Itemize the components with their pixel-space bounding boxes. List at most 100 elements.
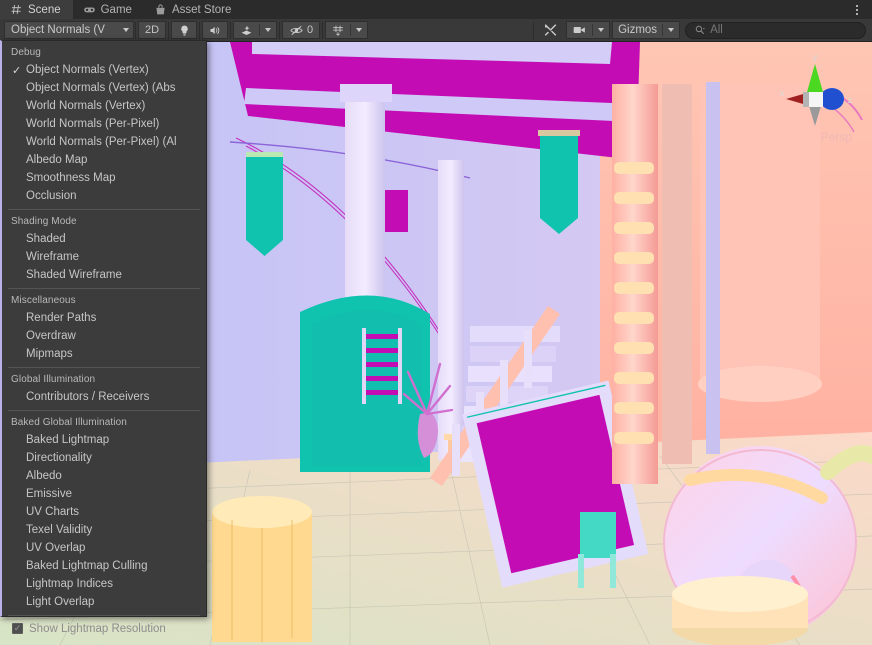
menu-item-label: Object Normals (Vertex) (26, 64, 149, 76)
menu-item-uv-overlap[interactable]: UV Overlap (2, 539, 206, 557)
menu-item-albedo[interactable]: Albedo (2, 467, 206, 485)
menu-divider (8, 209, 200, 210)
menu-item-label: World Normals (Per-Pixel) (Al (26, 136, 177, 148)
menu-item-label: UV Charts (26, 506, 80, 518)
menu-section-header: Debug (11, 47, 41, 58)
menu-section-header: Global Illumination (11, 374, 96, 385)
search-placeholder: All (710, 24, 723, 36)
menu-item-light-overlap[interactable]: Light Overlap (2, 593, 206, 611)
gizmo-y-label: y (813, 52, 818, 62)
menu-item-uv-charts[interactable]: UV Charts (2, 503, 206, 521)
toolbar-divider (322, 21, 324, 39)
menu-divider (8, 288, 200, 289)
shopping-bag-icon (156, 4, 165, 15)
menu-item-baked-lightmap[interactable]: Baked Lightmap (2, 431, 206, 449)
menu-section-header: Baked Global Illumination (11, 417, 127, 428)
gizmo-projection-label[interactable]: Persp (821, 130, 852, 144)
menu-item-show-lightmap-resolution[interactable]: ✓ Show Lightmap Resolution (2, 619, 206, 638)
more-options-icon[interactable] (848, 0, 866, 19)
menu-item-object-normals-vertex-abs[interactable]: Object Normals (Vertex) (Abs (2, 79, 206, 97)
menu-item-smoothness-map[interactable]: Smoothness Map (2, 169, 206, 187)
2d-toggle-button[interactable]: 2D (138, 21, 166, 39)
gizmos-dropdown[interactable] (663, 22, 679, 38)
menu-item-label: World Normals (Vertex) (26, 100, 146, 112)
menu-item-mipmaps[interactable]: Mipmaps (2, 345, 206, 363)
chevron-down-icon (356, 28, 363, 32)
scene-toolbar: Object Normals (V 2D 0 Gizmos All (0, 19, 872, 42)
tab-scene-label: Scene (28, 3, 61, 16)
menu-item-label: Mipmaps (26, 348, 73, 360)
toolbar-divider (199, 21, 200, 39)
menu-item-directionality[interactable]: Directionality (2, 449, 206, 467)
tab-game-label: Game (100, 3, 132, 16)
search-input[interactable]: All (685, 21, 867, 39)
menu-item-render-paths[interactable]: Render Paths (2, 309, 206, 327)
grid-visibility-toggle[interactable] (326, 22, 350, 38)
scene-tools-button[interactable] (536, 21, 564, 39)
menu-item-shaded[interactable]: Shaded (2, 230, 206, 248)
menu-item-label: Object Normals (Vertex) (Abs (26, 82, 176, 94)
tab-asset-store-label: Asset Store (171, 3, 232, 16)
2d-toggle-label: 2D (144, 24, 160, 36)
toolbar-divider (168, 21, 169, 39)
checkbox-icon[interactable]: ✓ (12, 623, 23, 634)
gizmo-z-label: z (848, 95, 853, 105)
menu-item-texel-validity[interactable]: Texel Validity (2, 521, 206, 539)
scene-lighting-toggle[interactable] (171, 21, 197, 39)
menu-item-wireframe[interactable]: Wireframe (2, 248, 206, 266)
tab-asset-store[interactable]: Asset Store (144, 0, 243, 19)
lightbulb-icon (180, 25, 188, 36)
menu-item-label: Texel Validity (26, 524, 93, 536)
draw-mode-menu[interactable]: Debug ✓ Object Normals (Vertex) Object N… (0, 40, 207, 635)
menu-item-label: Light Overlap (26, 596, 95, 608)
tab-scene[interactable]: Scene (0, 0, 73, 19)
menu-item-world-normals-vertex[interactable]: World Normals (Vertex) (2, 97, 206, 115)
tools-icon (544, 24, 556, 36)
menu-item-object-normals-vertex[interactable]: ✓ Object Normals (Vertex) (2, 61, 206, 79)
menu-item-shaded-wireframe[interactable]: Shaded Wireframe (2, 266, 206, 284)
menu-item-label: Contributors / Receivers (26, 391, 150, 403)
draw-mode-label: Object Normals (V (11, 24, 105, 36)
menu-item-label: Wireframe (26, 251, 80, 263)
menu-item-label: Smoothness Map (26, 172, 116, 184)
menu-item-lightmap-indices[interactable]: Lightmap Indices (2, 575, 206, 593)
menu-item-label: Shaded (26, 233, 66, 245)
scene-audio-toggle[interactable] (202, 21, 228, 39)
menu-section-header: Shading Mode (11, 216, 77, 227)
unity-scene-window: Scene Game Asset Store Object Normals (V (0, 0, 872, 645)
menu-item-overdraw[interactable]: Overdraw (2, 327, 206, 345)
hidden-objects-icon (290, 25, 303, 35)
search-icon (695, 25, 705, 34)
menu-section-header: Miscellaneous (11, 295, 76, 306)
menu-item-label: Emissive (26, 488, 73, 500)
menu-item-world-normals-per-pixel[interactable]: World Normals (Per-Pixel) (2, 115, 206, 133)
gizmo-x-label: x (780, 88, 785, 98)
scene-fx-dropdown[interactable] (260, 22, 276, 38)
effects-icon (241, 25, 252, 35)
tab-game[interactable]: Game (73, 0, 144, 19)
menu-item-label: Show Lightmap Resolution (29, 622, 166, 635)
menu-item-label: UV Overlap (26, 542, 86, 554)
speaker-icon (210, 26, 220, 34)
chevron-down-icon (123, 28, 129, 32)
scene-camera-dropdown[interactable] (593, 22, 609, 38)
menu-item-world-normals-per-pixel-abs[interactable]: World Normals (Per-Pixel) (Al (2, 133, 206, 151)
grid-visibility-dropdown[interactable] (351, 22, 367, 38)
menu-item-emissive[interactable]: Emissive (2, 485, 206, 503)
chevron-down-icon (598, 28, 605, 32)
scene-camera-icon (573, 27, 585, 33)
hidden-objects-count: 0 (307, 24, 314, 36)
menu-item-label: World Normals (Per-Pixel) (26, 118, 160, 130)
scene-camera-toggle[interactable] (567, 22, 592, 38)
hidden-objects-button[interactable]: 0 (282, 21, 321, 39)
toolbar-divider (279, 21, 280, 39)
menu-item-albedo-map[interactable]: Albedo Map (2, 151, 206, 169)
menu-item-occlusion[interactable]: Occlusion (2, 187, 206, 205)
draw-mode-dropdown[interactable]: Object Normals (V (4, 21, 134, 39)
gizmos-label: Gizmos (618, 24, 658, 36)
menu-item-baked-lightmap-culling[interactable]: Baked Lightmap Culling (2, 557, 206, 575)
gizmos-toggle[interactable]: Gizmos (613, 22, 662, 38)
menu-item-label: Directionality (26, 452, 92, 464)
scene-fx-toggle[interactable] (234, 22, 259, 38)
menu-item-contributors-receivers[interactable]: Contributors / Receivers (2, 388, 206, 406)
